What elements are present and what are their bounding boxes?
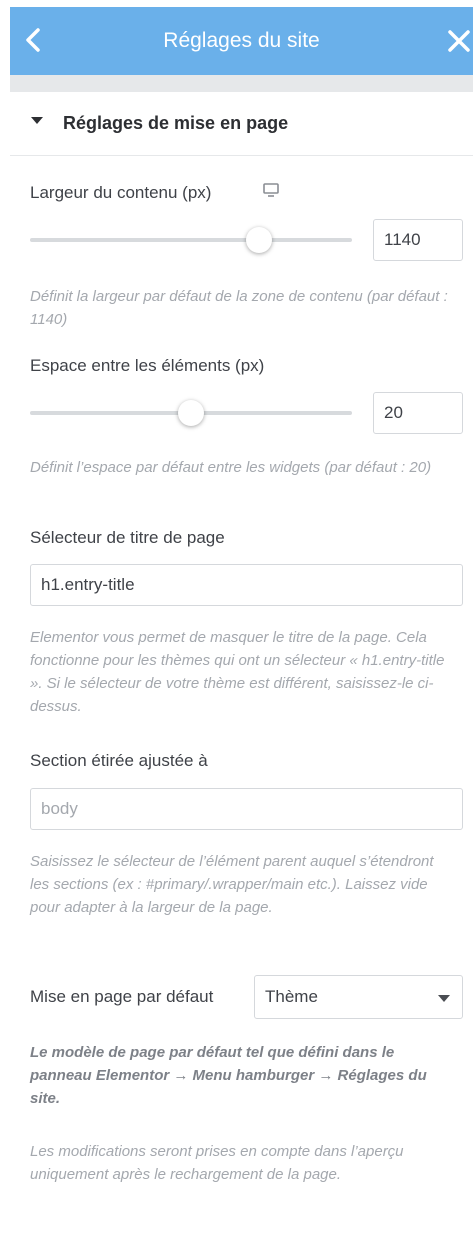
content-width-label: Largeur du contenu (px) — [30, 183, 212, 202]
page-title-selector-description: Elementor vous permet de masquer le titr… — [30, 629, 445, 715]
widgets-space-slider-handle[interactable] — [178, 400, 204, 426]
content-width-slider-handle[interactable] — [245, 227, 272, 253]
caret-down-icon — [438, 995, 450, 1002]
reload-note: Les modifications seront prises en compt… — [30, 1143, 404, 1183]
panel-title: Réglages du site — [163, 29, 320, 52]
content-width-slider-track[interactable] — [30, 238, 352, 242]
caret-down-icon — [31, 117, 43, 124]
section-toggle-layout-settings[interactable]: Réglages de mise en page — [10, 92, 473, 156]
widgets-space-label: Espace entre les éléments (px) — [30, 356, 265, 375]
header-separator — [10, 75, 473, 92]
content-width-input[interactable]: 1140 — [373, 219, 463, 261]
default-layout-label: Mise en page par défaut — [30, 987, 214, 1006]
stretched-section-label: Section étirée ajustée à — [30, 751, 208, 770]
stretched-section-input[interactable]: body — [30, 788, 463, 830]
page-title-selector-input[interactable]: h1.entry-title — [30, 564, 463, 606]
stretched-section-description: Saisissez le sélecteur de l’élément pare… — [30, 853, 434, 916]
content-width-description: Définit la largeur par défaut de la zone… — [30, 288, 448, 328]
default-layout-selected: Thème — [265, 987, 318, 1006]
panel-header: Réglages du site — [10, 7, 473, 75]
widgets-space-description: Définit l’espace par défaut entre les wi… — [30, 459, 432, 476]
default-layout-select[interactable]: Thème — [254, 975, 463, 1019]
close-icon[interactable] — [447, 29, 471, 53]
widgets-space-input[interactable]: 20 — [373, 392, 463, 434]
default-layout-note: Le modèle de page par défaut tel que déf… — [30, 1044, 427, 1107]
section-title: Réglages de mise en page — [63, 113, 289, 133]
desktop-monitor-icon[interactable] — [263, 183, 279, 197]
page-title-selector-label: Sélecteur de titre de page — [30, 528, 225, 547]
